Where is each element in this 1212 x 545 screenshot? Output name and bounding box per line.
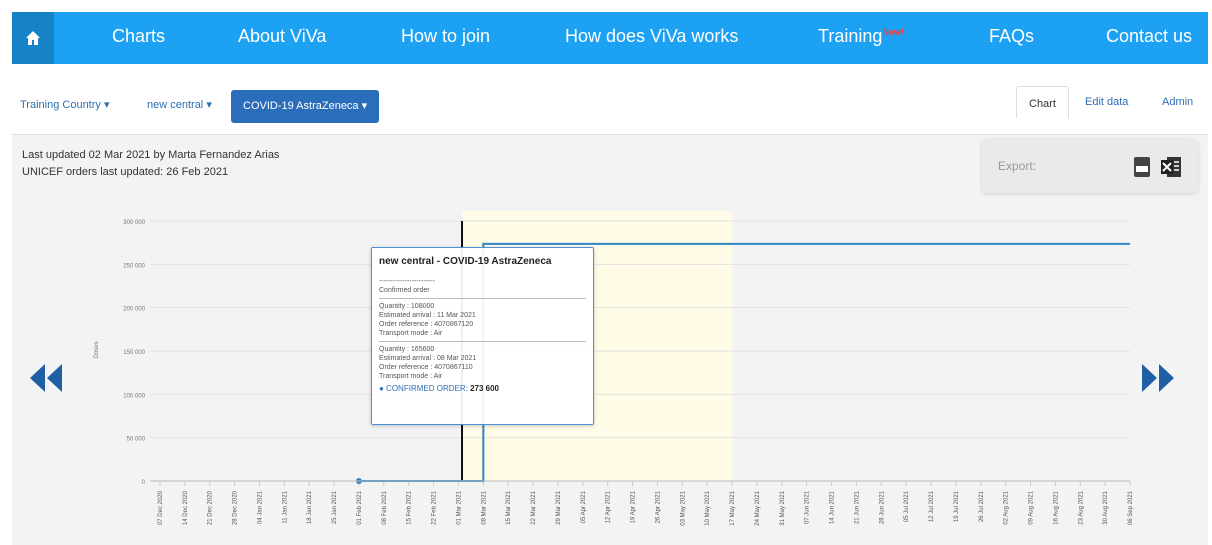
next-period-button[interactable]: [1140, 362, 1176, 394]
order1-transport: Transport mode : Air: [379, 330, 443, 337]
tooltip-separator: [379, 341, 586, 342]
x-tick-label: 01 Feb 2021: [357, 490, 363, 524]
x-tick-label: 18 Jan 2021: [307, 490, 313, 524]
x-tick-label: 29 Mar 2021: [556, 490, 562, 524]
x-tick-label: 21 Dec 2020: [208, 490, 214, 525]
x-tick-label: 06 Sep 2021: [1128, 490, 1134, 525]
x-tick-label: 19 Apr 2021: [631, 490, 637, 523]
order2-reference: Order reference : 4070867110: [379, 364, 473, 371]
total-value: 273 600: [470, 384, 499, 393]
x-tick-label: 17 May 2021: [730, 490, 736, 525]
x-tick-label: 02 Aug 2021: [1004, 490, 1010, 524]
double-left-arrow-icon: [30, 364, 62, 392]
x-tick-label: 14 Jun 2021: [830, 490, 836, 524]
x-tick-label: 04 Jan 2021: [257, 490, 263, 524]
x-tick-label: 26 Jul 2021: [979, 490, 985, 522]
tooltip-title: new central - COVID-19 AstraZeneca: [379, 256, 552, 267]
chart-tooltip: new central - COVID-19 AstraZeneca -----…: [371, 247, 594, 425]
tooltip-separator: [379, 298, 586, 299]
y-tick-label: 300 000: [123, 220, 145, 226]
order1-arrival: Estimated arrival : 11 Mar 2021: [379, 312, 476, 319]
x-tick-label: 24 May 2021: [755, 490, 761, 525]
x-tick-label: 03 May 2021: [680, 490, 686, 525]
x-tick-label: 28 Jun 2021: [879, 490, 885, 524]
chart-svg: 300 000 250 000 200 000 150 000 100 000 50 00…: [94, 211, 1134, 526]
x-tick-label: 16 Aug 2021: [1053, 490, 1059, 524]
order2-quantity: Quantity : 165600: [379, 346, 435, 353]
y-tick-label: 100 000: [123, 393, 145, 399]
x-tick-label: 12 Jul 2021: [929, 490, 935, 522]
x-tick-label: 22 Feb 2021: [432, 490, 438, 524]
x-tick-label: 07 Jun 2021: [805, 490, 811, 524]
x-tick-label: 08 Mar 2021: [481, 490, 487, 524]
prev-period-button[interactable]: [28, 362, 64, 394]
x-tick-label: 30 Aug 2021: [1103, 490, 1109, 524]
order2-arrival: Estimated arrival : 08 Mar 2021: [379, 355, 477, 362]
y-tick-label: 50 000: [127, 437, 146, 443]
x-tick-label: 19 Jul 2021: [954, 490, 960, 522]
x-tick-label: 22 Mar 2021: [531, 490, 537, 524]
x-tick-label: 10 May 2021: [705, 490, 711, 525]
x-tick-label: 09 Aug 2021: [1029, 490, 1035, 524]
y-axis-label: Doses: [94, 341, 100, 358]
x-tick-label: 23 Aug 2021: [1078, 490, 1084, 524]
x-tick-label: 21 Jun 2021: [854, 490, 860, 524]
order1-reference: Order reference : 4070867120: [379, 321, 474, 328]
x-tick-label: 28 Dec 2020: [233, 490, 239, 525]
total-label: ● CONFIRMED ORDER:: [379, 384, 468, 393]
x-tick-label: 12 Apr 2021: [606, 490, 612, 523]
x-tick-label: 15 Feb 2021: [407, 490, 413, 524]
y-tick-label: 200 000: [123, 307, 145, 313]
order2-transport: Transport mode : Air: [379, 373, 443, 380]
x-tick-label: 25 Jan 2021: [332, 490, 338, 524]
tooltip-total: ● CONFIRMED ORDER: 273 600: [379, 384, 586, 393]
x-tick-label: 07 Dec 2020: [158, 490, 164, 525]
x-tick-label: 15 Mar 2021: [506, 490, 512, 524]
tooltip-dashes: ------------------------: [379, 278, 435, 285]
y-tick-label: 150 000: [123, 350, 145, 356]
x-tick-label: 05 Apr 2021: [581, 490, 587, 523]
x-tick-label: 08 Feb 2021: [382, 490, 388, 524]
x-tick-label: 14 Dec 2020: [183, 490, 189, 525]
x-tick-label: 11 Jan 2021: [282, 490, 288, 523]
tooltip-section: Confirmed order: [379, 287, 430, 294]
y-tick-label: 0: [142, 480, 146, 486]
x-tick-label: 01 Mar 2021: [456, 490, 462, 524]
double-right-arrow-icon: [1142, 364, 1174, 392]
x-tick-label: 05 Jul 2021: [904, 490, 910, 522]
order1-quantity: Quantity : 108000: [379, 303, 435, 310]
x-tick-label: 26 Apr 2021: [655, 490, 661, 523]
y-tick-label: 250 000: [123, 263, 145, 269]
x-tick-label: 31 May 2021: [780, 490, 786, 525]
